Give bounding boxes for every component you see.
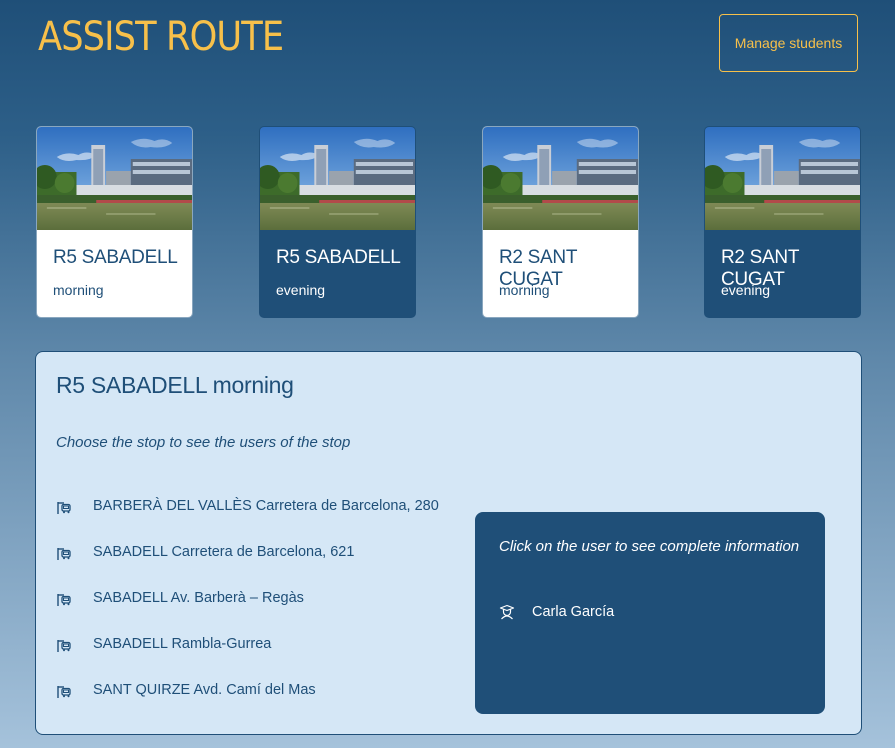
stop-label: BARBERÀ DEL VALLÈS Carretera de Barcelon… xyxy=(93,498,439,514)
stop-item[interactable]: SANT QUIRZE Avd. Camí del Mas xyxy=(56,682,439,728)
stop-label: SABADELL Av. Barberà – Regàs xyxy=(93,590,304,606)
route-card-r2-sant-cugat-morning[interactable]: R2 SANT CUGAT morning xyxy=(482,126,639,318)
route-name: R5 SABADELL xyxy=(276,247,401,268)
route-card-r5-sabadell-evening[interactable]: R5 SABADELL evening xyxy=(259,126,416,318)
app-title: ASSIST ROUTE xyxy=(38,14,284,60)
bus-stop-icon xyxy=(56,684,72,700)
user-name: Carla García xyxy=(532,604,615,620)
route-photo xyxy=(483,127,638,230)
route-name: R5 SABADELL xyxy=(53,247,178,268)
route-time: evening xyxy=(276,282,326,298)
bus-stop-icon xyxy=(56,546,72,562)
route-card-r5-sabadell-morning[interactable]: R5 SABADELL morning xyxy=(36,126,193,318)
student-icon xyxy=(499,604,515,620)
route-time: morning xyxy=(53,282,104,298)
route-photo xyxy=(260,127,415,230)
stop-list: BARBERÀ DEL VALLÈS Carretera de Barcelon… xyxy=(56,498,439,728)
bus-stop-icon xyxy=(56,500,72,516)
stops-hint: Choose the stop to see the users of the … xyxy=(56,434,351,451)
bus-stop-icon xyxy=(56,592,72,608)
stop-label: SANT QUIRZE Avd. Camí del Mas xyxy=(93,682,316,698)
stop-item[interactable]: SABADELL Rambla-Gurrea xyxy=(56,636,439,682)
route-card-r2-sant-cugat-evening[interactable]: R2 SANT CUGAT evening xyxy=(704,126,861,318)
route-time: morning xyxy=(499,282,550,298)
users-hint: Click on the user to see complete inform… xyxy=(499,538,800,555)
stop-item[interactable]: SABADELL Carretera de Barcelona, 621 xyxy=(56,544,439,590)
stop-item[interactable]: SABADELL Av. Barberà – Regàs xyxy=(56,590,439,636)
stop-users-box: Click on the user to see complete inform… xyxy=(475,512,825,714)
manage-students-button[interactable]: Manage students xyxy=(719,14,858,72)
route-detail-title: R5 SABADELL morning xyxy=(56,372,294,398)
stop-item[interactable]: BARBERÀ DEL VALLÈS Carretera de Barcelon… xyxy=(56,498,439,544)
stop-label: SABADELL Rambla-Gurrea xyxy=(93,636,272,652)
route-time: evening xyxy=(721,282,771,298)
route-detail-panel: R5 SABADELL morning Choose the stop to s… xyxy=(35,351,862,735)
user-item[interactable]: Carla García xyxy=(499,604,614,620)
stop-label: SABADELL Carretera de Barcelona, 621 xyxy=(93,544,355,560)
route-photo xyxy=(37,127,192,230)
bus-stop-icon xyxy=(56,638,72,654)
route-photo xyxy=(705,127,860,230)
